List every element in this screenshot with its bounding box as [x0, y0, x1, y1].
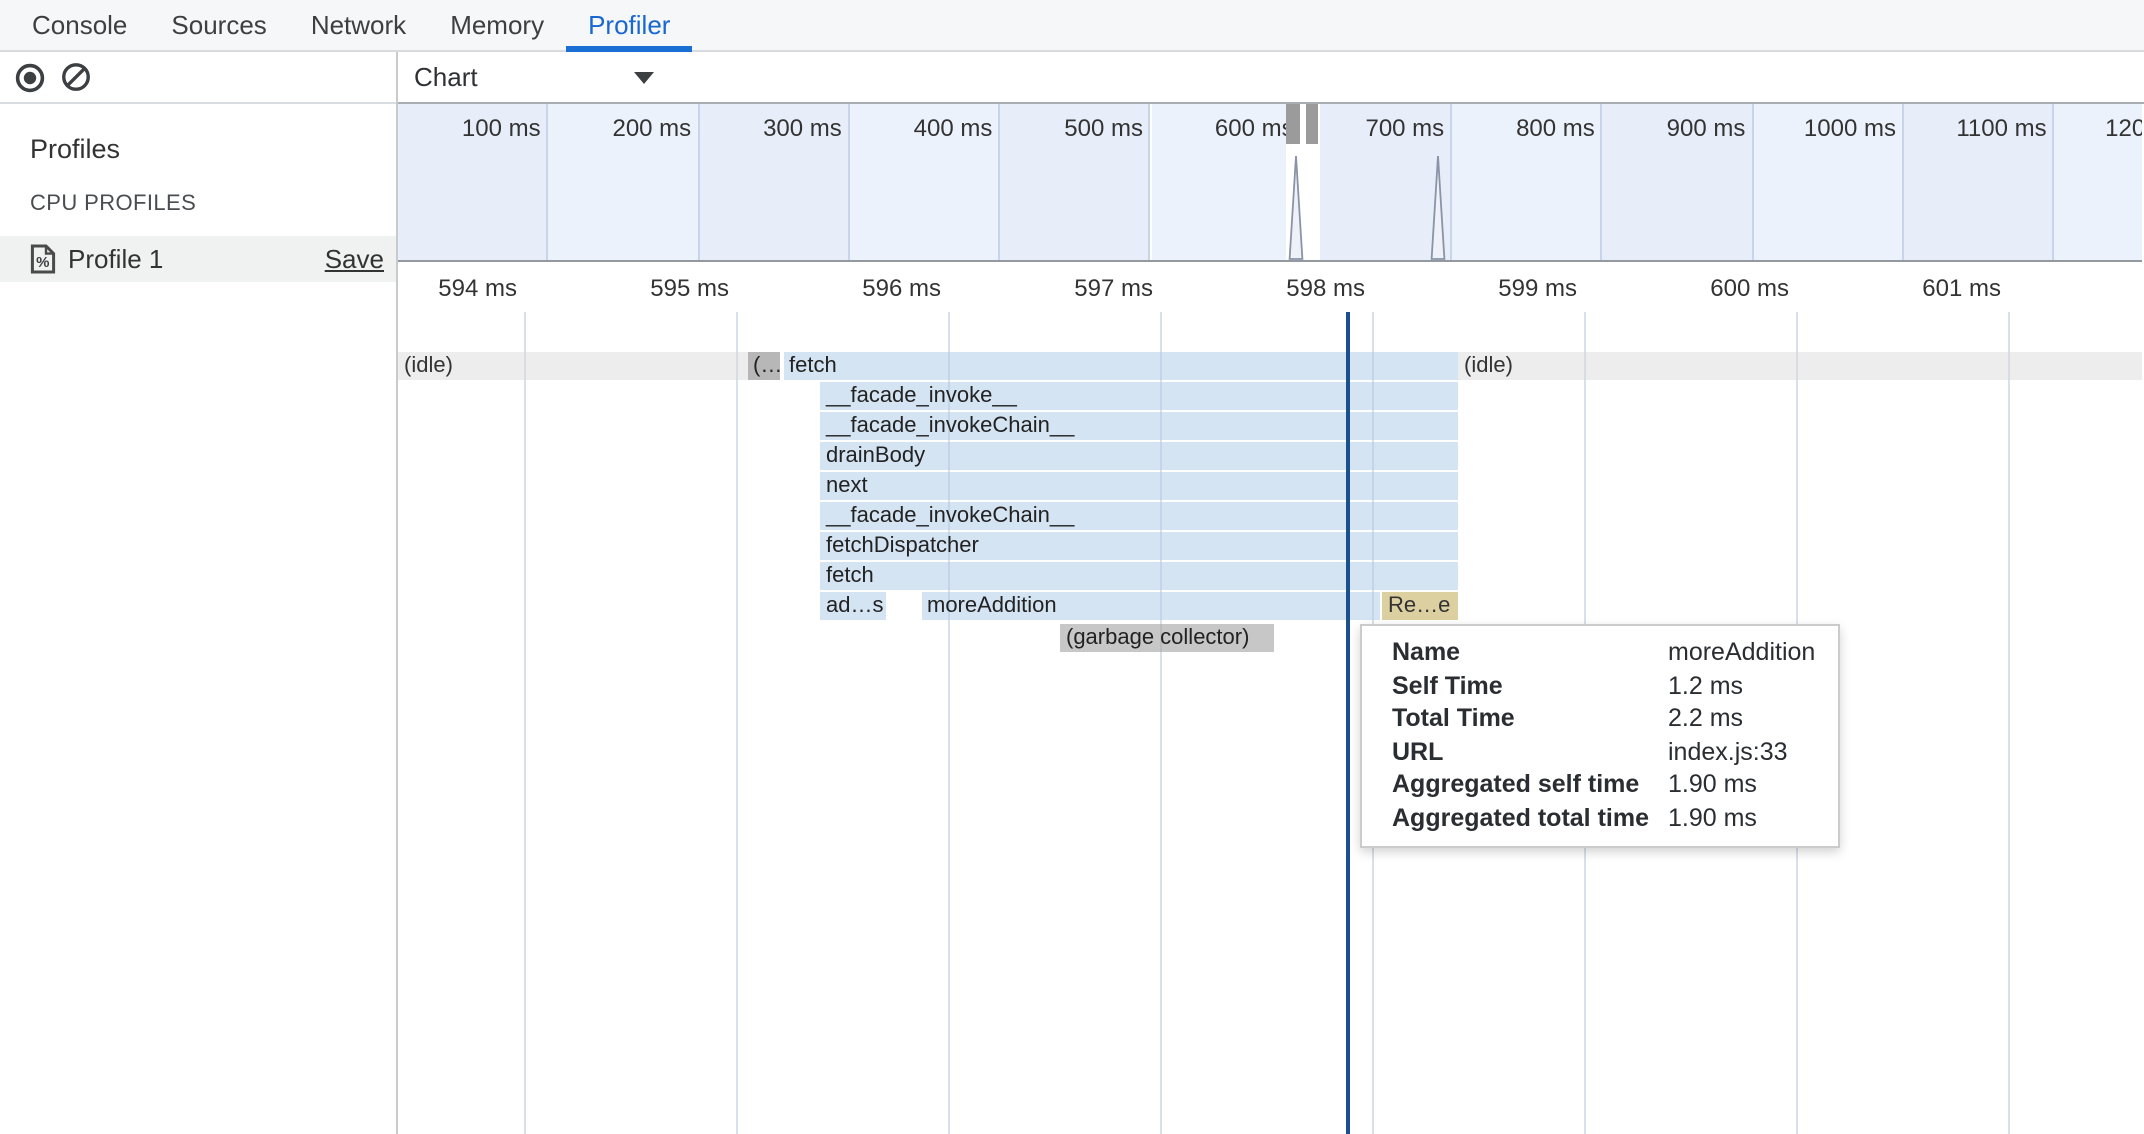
flame-block-collapsed[interactable]: (…	[747, 352, 780, 380]
sidebar-item-profile-1[interactable]: % Profile 1 Save	[0, 236, 396, 282]
ruler-tick-label: 600 ms	[1665, 274, 1789, 302]
tab-profiler[interactable]: Profiler	[566, 0, 692, 50]
tooltip-label: Aggregated total time	[1392, 804, 1668, 832]
ruler-tick-label: 599 ms	[1453, 274, 1577, 302]
overview-band: 300 ms	[699, 104, 850, 260]
tooltip-label: Self Time	[1392, 672, 1668, 700]
save-profile-link[interactable]: Save	[325, 244, 384, 274]
tab-memory[interactable]: Memory	[428, 0, 566, 50]
flame-block-call[interactable]: moreAddition	[921, 592, 1380, 620]
tooltip-value: moreAddition	[1668, 639, 1815, 667]
tooltip-row: Self Time1.2 ms	[1362, 669, 1838, 702]
flame-block-call[interactable]: fetchDispatcher	[820, 532, 1458, 560]
chevron-down-icon	[634, 72, 654, 84]
devtools-window: ConsoleSourcesNetworkMemoryProfiler Pro	[0, 0, 2144, 1134]
gridline	[523, 312, 525, 1134]
ruler-tick-label: 596 ms	[817, 274, 941, 302]
tooltip-label: Total Time	[1392, 705, 1668, 733]
tooltip-row: Aggregated self time1.90 ms	[1362, 768, 1838, 801]
view-mode-toolbar: Chart	[398, 52, 2144, 104]
tooltip-value: 1.2 ms	[1668, 672, 1743, 700]
profiles-heading: Profiles	[30, 134, 396, 164]
tooltip-value: 1.90 ms	[1668, 804, 1757, 832]
tooltip-value: 1.90 ms	[1668, 771, 1757, 799]
flame-block-idle[interactable]: (idle)	[398, 352, 747, 380]
flame-block-call[interactable]: fetch	[820, 562, 1458, 590]
flame-block-call[interactable]: __facade_invokeChain__	[820, 412, 1458, 440]
tooltip-label: Name	[1392, 639, 1668, 667]
overview-band: 1100 ms	[1904, 104, 2055, 260]
overview-band: 400 ms	[850, 104, 1001, 260]
record-icon	[14, 61, 46, 93]
ruler-tick-label: 595 ms	[605, 274, 729, 302]
flame-block-call[interactable]: drainBody	[820, 442, 1458, 470]
frame-details-tooltip: NamemoreAdditionSelf Time1.2 msTotal Tim…	[1360, 624, 1840, 848]
overview-band: 600 ms	[1151, 104, 1302, 260]
flame-block-call[interactable]: next	[820, 472, 1458, 500]
profile-name: Profile 1	[68, 244, 325, 274]
profile-document-percent-icon: %	[30, 244, 56, 274]
cpu-activity-spike	[1429, 156, 1445, 262]
overview-band: 100 ms	[398, 104, 549, 260]
tab-console[interactable]: Console	[10, 0, 149, 50]
cpu-profiles-section-label: CPU PROFILES	[30, 192, 396, 216]
tab-sources[interactable]: Sources	[149, 0, 288, 50]
overview-band: 200 ms	[549, 104, 700, 260]
clear-profiles-button[interactable]	[60, 61, 92, 93]
overview-band: 900 ms	[1603, 104, 1754, 260]
profiler-main-panel: Chart 100 ms200 ms300 ms400 ms500 ms600 …	[398, 52, 2144, 1134]
ruler-tick-label: 601 ms	[1877, 274, 2001, 302]
flame-block-call[interactable]: fetch	[783, 352, 1458, 380]
ruler-tick-label: 594 ms	[398, 274, 517, 302]
playhead-line	[1346, 312, 1350, 1134]
flame-block-call[interactable]: __facade_invokeChain__	[820, 502, 1458, 530]
tooltip-row: NamemoreAddition	[1362, 636, 1838, 669]
tooltip-value: index.js:33	[1668, 738, 1788, 766]
tooltip-row: Total Time2.2 ms	[1362, 702, 1838, 735]
tooltip-value: 2.2 ms	[1668, 705, 1743, 733]
timeline-overview[interactable]: 100 ms200 ms300 ms400 ms500 ms600 ms700 …	[398, 104, 2142, 262]
flame-block-idle[interactable]: (idle)	[1458, 352, 2142, 380]
profiles-sidebar: Profiles CPU PROFILES % Profile 1 Save	[0, 52, 398, 1134]
clear-icon	[60, 60, 92, 94]
tooltip-label: URL	[1392, 738, 1668, 766]
tab-network[interactable]: Network	[289, 0, 428, 50]
view-mode-value: Chart	[414, 62, 478, 92]
flame-block-call[interactable]: ad…s	[820, 592, 886, 620]
profiler-toolbar	[0, 52, 396, 104]
tooltip-label: Aggregated self time	[1392, 771, 1668, 799]
flame-block-gc[interactable]: (garbage collector)	[1060, 624, 1274, 652]
ruler-tick-label: 598 ms	[1241, 274, 1365, 302]
gridline	[735, 312, 737, 1134]
selection-handle[interactable]	[1306, 104, 1318, 144]
overview-band: 500 ms	[1000, 104, 1151, 260]
svg-text:%: %	[36, 254, 49, 271]
tooltip-row: URLindex.js:33	[1362, 735, 1838, 768]
flame-block-native[interactable]: Re…e	[1382, 592, 1458, 620]
gridline	[2007, 312, 2009, 1134]
cpu-activity-spike	[1287, 156, 1303, 262]
overview-band: 800 ms	[1452, 104, 1603, 260]
devtools-tab-bar: ConsoleSourcesNetworkMemoryProfiler	[0, 0, 2144, 52]
flame-chart: 594 ms 595 ms 596 ms 597 ms 598 ms 599 ms 600 …	[398, 262, 2142, 1134]
record-profile-button[interactable]	[14, 61, 46, 93]
overview-band: 1000 ms	[1753, 104, 1904, 260]
view-mode-select[interactable]: Chart	[398, 62, 654, 92]
flame-block-call[interactable]: __facade_invoke__	[820, 382, 1458, 410]
tooltip-row: Aggregated total time1.90 ms	[1362, 801, 1838, 834]
ruler-tick-label: 597 ms	[1029, 274, 1153, 302]
selection-handle[interactable]	[1285, 104, 1299, 144]
overview-band: 1200 ms	[2055, 104, 2142, 260]
